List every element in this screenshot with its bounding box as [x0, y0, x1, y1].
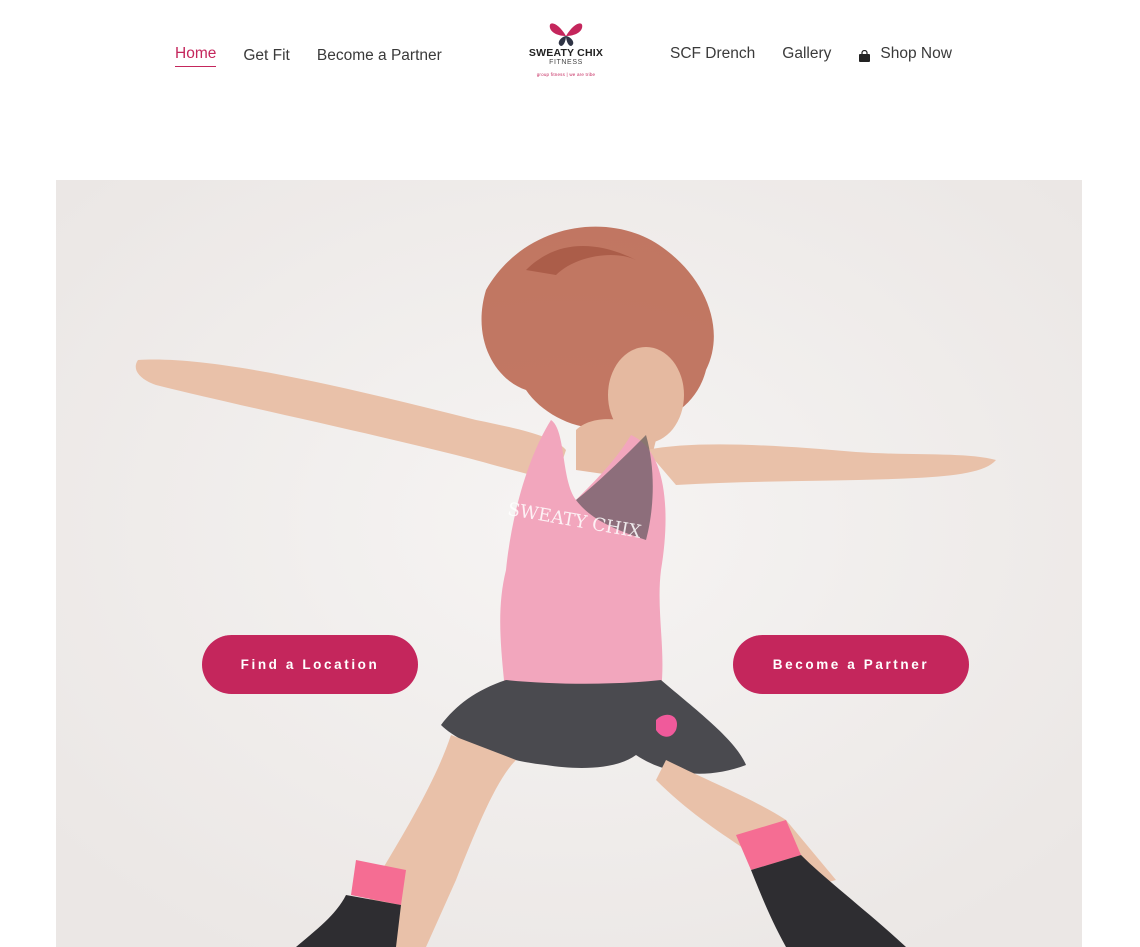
shopping-bag-icon	[858, 48, 871, 62]
logo-subtitle: FITNESS	[549, 59, 583, 66]
hero-image: SWEATY CHIX	[56, 180, 1082, 947]
find-location-button[interactable]: Find a Location	[202, 635, 418, 694]
hero-photo: SWEATY CHIX	[56, 180, 1082, 947]
butterfly-icon	[549, 23, 583, 46]
nav-right: SCF Drench Gallery Shop Now	[670, 44, 952, 64]
nav-item-become-partner[interactable]: Become a Partner	[317, 46, 442, 66]
nav-item-shop-now[interactable]: Shop Now	[858, 44, 952, 64]
nav-left: Home Get Fit Become a Partner	[175, 44, 469, 67]
site-header: Home Get Fit Become a Partner SWEATY CHI…	[0, 0, 1140, 110]
nav-item-gallery[interactable]: Gallery	[782, 44, 831, 64]
logo-title: SWEATY CHIX	[528, 47, 604, 59]
logo-tagline: group fitness | we are tribe	[536, 72, 596, 77]
shop-now-label: Shop Now	[880, 45, 952, 62]
nav-item-home[interactable]: Home	[175, 44, 217, 67]
become-partner-button[interactable]: Become a Partner	[733, 635, 969, 694]
nav-item-scf-drench[interactable]: SCF Drench	[670, 44, 755, 64]
nav-item-get-fit[interactable]: Get Fit	[243, 46, 290, 66]
site-logo[interactable]: SWEATY CHIX FITNESS group fitness | we a…	[521, 18, 611, 86]
